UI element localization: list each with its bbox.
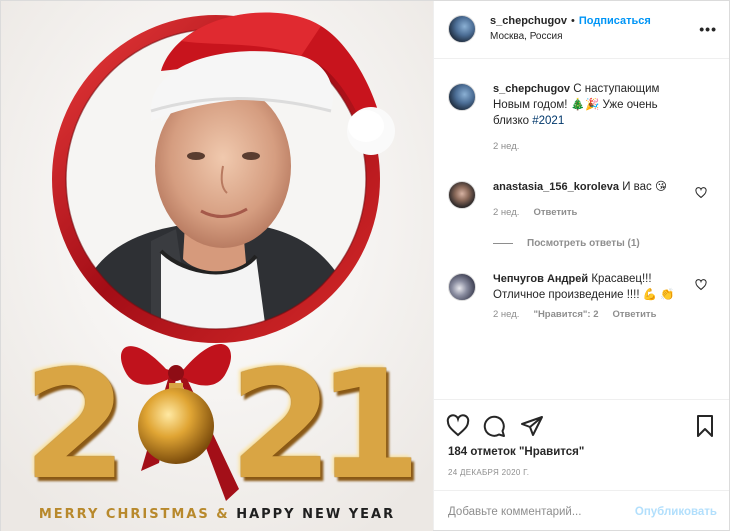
comment-time[interactable]: 2 нед.	[493, 207, 519, 218]
heart-icon[interactable]	[446, 414, 470, 438]
add-comment-bar: Опубликовать	[434, 490, 729, 531]
caption-meta: 2 нед.	[493, 141, 715, 152]
greeting-part-2: HAPPY NEW YEAR	[236, 507, 396, 522]
commenter-avatar[interactable]	[448, 181, 476, 209]
author-avatar[interactable]	[448, 15, 476, 43]
post-image[interactable]: 2 2 1 0 MERRY CHRISTMAS & HAPPY NEW YEAR	[1, 1, 433, 531]
post-date[interactable]: 24 ДЕКАБРЯ 2020 Г.	[448, 468, 529, 477]
caption-hashtag[interactable]: #2021	[532, 115, 564, 127]
replies-line	[493, 242, 513, 244]
commenter-avatar[interactable]	[448, 273, 476, 301]
share-icon[interactable]	[520, 414, 544, 438]
year-digit-1: 2	[23, 339, 128, 513]
more-options-icon[interactable]: •••	[699, 21, 717, 37]
follow-button[interactable]: Подписаться	[579, 15, 651, 27]
instagram-post: 2 2 1 0 MERRY CHRISTMAS & HAPPY NEW YEAR…	[0, 0, 730, 531]
comment-icon[interactable]	[482, 414, 506, 438]
view-replies-button[interactable]: Посмотреть ответы (1)	[493, 238, 640, 249]
caption-time[interactable]: 2 нед.	[493, 141, 519, 152]
separator-dot: •	[571, 15, 575, 27]
comment-body: Чепчугов Андрей Красавец!!! Отличное про…	[493, 271, 683, 303]
bookmark-icon[interactable]	[693, 414, 717, 438]
reply-button[interactable]: Ответить	[613, 309, 657, 320]
comment-username[interactable]: Чепчугов Андрей	[493, 273, 588, 285]
year-digit-4: 1	[317, 339, 422, 513]
greeting-part-1: MERRY CHRISTMAS &	[38, 507, 237, 522]
reply-button[interactable]: Ответить	[533, 207, 577, 218]
comment-item: anastasia_156_koroleva И вас 😘 2 нед. Отв…	[448, 179, 715, 218]
publish-button[interactable]: Опубликовать	[635, 506, 717, 518]
like-comment-icon[interactable]	[695, 187, 707, 199]
comment-input[interactable]	[448, 501, 618, 523]
like-comment-icon[interactable]	[695, 279, 707, 291]
caption-avatar[interactable]	[448, 83, 476, 111]
likes-count[interactable]: 184 отметок "Нравится"	[448, 446, 584, 458]
author-username[interactable]: s_chepchugov	[490, 15, 567, 27]
comment-likes[interactable]: "Нравится": 2	[533, 309, 598, 320]
post-caption: s_chepchugov С наступающим Новым годом! …	[448, 81, 715, 152]
comment-time[interactable]: 2 нед.	[493, 309, 519, 320]
view-replies-label: Посмотреть ответы (1)	[527, 238, 640, 249]
comment-meta: 2 нед. Ответить	[493, 207, 715, 218]
image-greeting: MERRY CHRISTMAS & HAPPY NEW YEAR	[1, 507, 433, 522]
comment-username[interactable]: anastasia_156_koroleva	[493, 181, 619, 193]
post-header: s_chepchugov • Подписаться Москва, Россия …	[434, 1, 729, 59]
comment-body: anastasia_156_koroleva И вас 😘	[493, 179, 713, 195]
comment-meta: 2 нед. "Нравится": 2 Ответить	[493, 309, 715, 320]
caption-body: s_chepchugov С наступающим Новым годом! …	[493, 81, 693, 129]
comments-list: s_chepchugov С наступающим Новым годом! …	[434, 59, 729, 399]
post-actions: 184 отметок "Нравится" 24 ДЕКАБРЯ 2020 Г…	[434, 399, 729, 531]
post-location[interactable]: Москва, Россия	[490, 31, 651, 42]
post-side-panel: s_chepchugov • Подписаться Москва, Россия …	[433, 1, 729, 530]
comment-text: И вас 😘	[622, 181, 667, 193]
comment-item: Чепчугов Андрей Красавец!!! Отличное про…	[448, 271, 715, 320]
caption-username[interactable]: s_chepchugov	[493, 83, 570, 95]
